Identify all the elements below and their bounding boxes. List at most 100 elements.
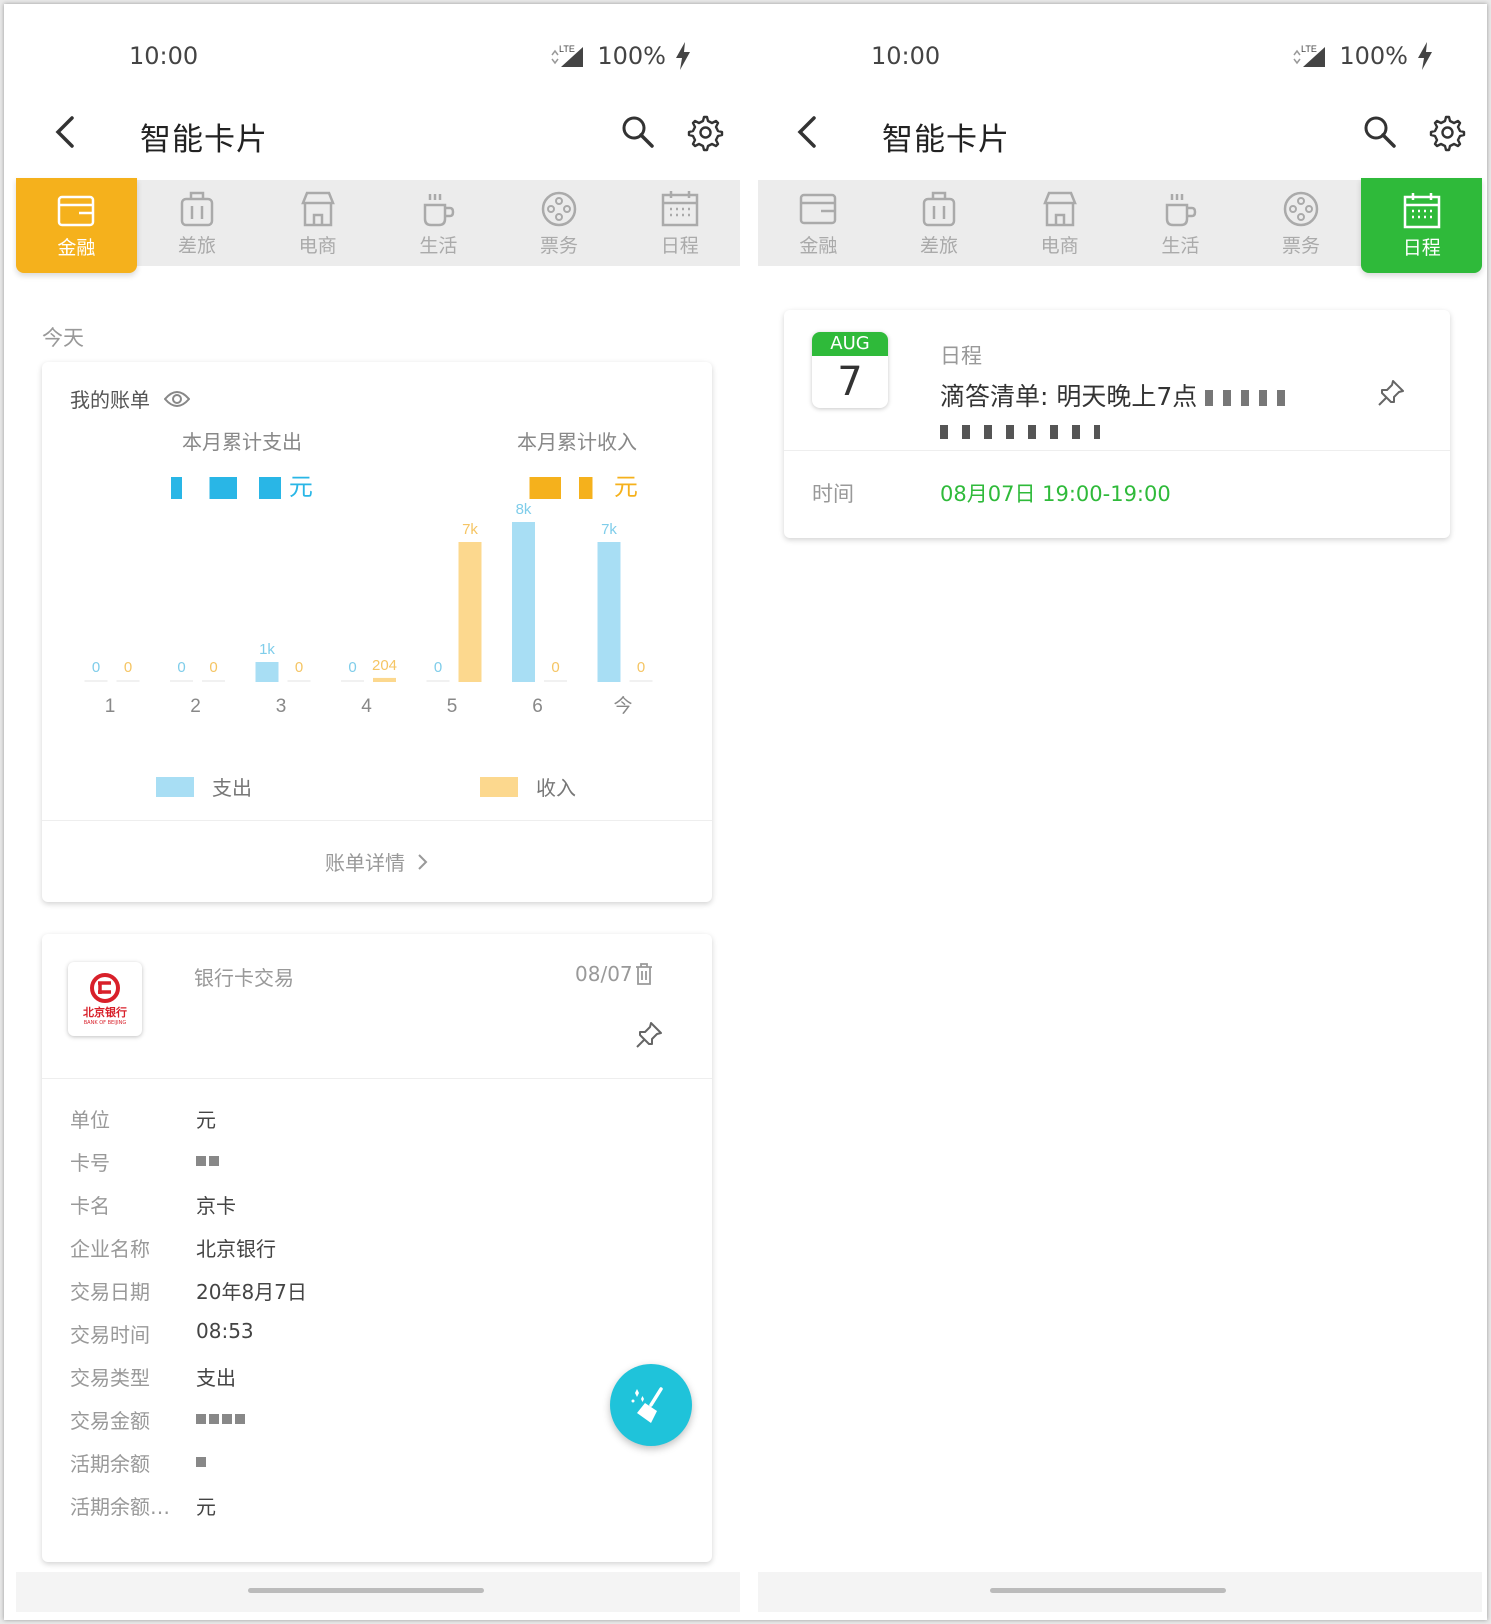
- phone-finance: 10:00 LTE 100% 智能卡片 金融 差旅 电商 生活 票务 日程 今天…: [12, 4, 744, 1620]
- tab-travel[interactable]: 差旅: [879, 180, 1000, 266]
- field-value: 京卡: [196, 1194, 236, 1218]
- tab-label: 票务: [540, 234, 579, 257]
- calendar-month: AUG: [812, 332, 888, 356]
- store-icon: [1042, 191, 1077, 226]
- legend-swatch-expense: [156, 776, 194, 797]
- field-row: 交易日期 20年8月7日: [70, 1276, 307, 1305]
- data-label: 0: [637, 659, 645, 676]
- broom-sparkle-icon: [631, 1387, 663, 1423]
- gesture-bar: [758, 1572, 1482, 1612]
- redacted-value: [196, 1448, 209, 1477]
- tab-schedule[interactable]: 日程: [619, 180, 740, 266]
- redaction-pixel: [196, 1413, 206, 1424]
- home-indicator[interactable]: [248, 1588, 484, 1593]
- tab-label: 差旅: [178, 234, 217, 257]
- x-tick-label: 2: [190, 696, 201, 717]
- data-label: 0: [177, 659, 185, 676]
- tab-life[interactable]: 生活: [1120, 180, 1241, 266]
- tab-finance[interactable]: 金融: [16, 178, 137, 273]
- signal-icon: LTE: [1293, 44, 1326, 67]
- luggage-icon: [180, 191, 214, 226]
- tab-tickets[interactable]: 票务: [1241, 180, 1362, 266]
- search-icon[interactable]: [1362, 114, 1398, 150]
- bar-expense-1: [84, 680, 108, 682]
- svg-text:LTE: LTE: [1301, 44, 1317, 54]
- transaction-date: 08/07: [575, 962, 633, 986]
- charging-icon: [1418, 42, 1432, 70]
- data-label: 7k: [601, 521, 617, 538]
- tab-label: 金融: [799, 234, 838, 257]
- x-tick-label: 5: [447, 696, 458, 717]
- clean-fab-button[interactable]: [610, 1364, 692, 1446]
- eye-icon[interactable]: [164, 390, 190, 408]
- tab-ecommerce[interactable]: 电商: [257, 180, 378, 266]
- app-header: 智能卡片: [12, 94, 744, 174]
- field-value: 元: [196, 1495, 216, 1519]
- charging-icon: [676, 42, 690, 70]
- section-label-today: 今天: [42, 326, 84, 350]
- data-label: 0: [434, 659, 442, 676]
- signal-icon: LTE: [551, 44, 584, 67]
- tab-label: 票务: [1282, 234, 1321, 257]
- field-row: 活期余额… 元: [70, 1491, 216, 1520]
- income-label: 本月累计收入: [517, 430, 637, 454]
- bar-income-2: [202, 680, 225, 682]
- back-arrow-icon[interactable]: [792, 112, 822, 152]
- redaction-pixel: [209, 1413, 219, 1424]
- back-arrow-icon[interactable]: [50, 112, 80, 152]
- bar-expense-2: [170, 680, 193, 682]
- home-indicator[interactable]: [990, 1588, 1226, 1593]
- tab-finance[interactable]: 金融: [758, 180, 879, 266]
- bank-logo-text: 北京银行: [83, 1006, 127, 1019]
- redaction-pixel: [222, 1413, 232, 1424]
- bank-logo: 北京银行 BANK OF BEIJING: [68, 962, 142, 1036]
- pin-icon[interactable]: [1376, 378, 1406, 408]
- bank-logo-subtext: BANK OF BEIJING: [83, 1020, 127, 1026]
- tab-label: 日程: [1402, 237, 1441, 259]
- svg-text:LTE: LTE: [559, 44, 575, 54]
- calendar-icon: [661, 190, 698, 226]
- trash-icon[interactable]: [634, 962, 654, 986]
- bill-card: 我的账单 本月累计支出 元 本月累计收入 元 0 0 1 0 0 2 1k 0 3 0 204 4 0 7…: [42, 362, 712, 902]
- status-time: 10:00: [871, 42, 941, 70]
- status-bar: 10:00 LTE 100%: [12, 34, 744, 84]
- field-key: 交易类型: [70, 1366, 150, 1390]
- search-icon[interactable]: [620, 114, 656, 150]
- bill-detail-text: 账单详情: [325, 851, 405, 875]
- tab-label: 生活: [1161, 234, 1200, 257]
- field-key: 交易时间: [70, 1323, 150, 1347]
- tab-travel[interactable]: 差旅: [137, 180, 258, 266]
- schedule-card[interactable]: AUG 7 日程 滴答清单: 明天晚上7点 时间 08月07日 19:00-19…: [784, 310, 1450, 538]
- x-tick-label: 6: [532, 696, 543, 717]
- data-label: 0: [124, 659, 132, 676]
- field-row: 单位 元: [70, 1104, 216, 1133]
- x-tick-label: 今: [613, 695, 632, 717]
- gear-icon[interactable]: [684, 112, 724, 152]
- film-reel-icon: [541, 191, 577, 226]
- gear-icon[interactable]: [1426, 112, 1466, 152]
- data-label: 204: [372, 657, 397, 674]
- calendar-day: 7: [837, 359, 863, 405]
- tab-life[interactable]: 生活: [378, 180, 499, 266]
- expense-label: 本月累计支出: [182, 430, 302, 454]
- tab-label: 电商: [1040, 234, 1079, 257]
- tab-schedule[interactable]: 日程: [1361, 178, 1483, 273]
- chevron-right-icon: [418, 853, 428, 870]
- x-tick-label: 1: [105, 696, 116, 717]
- pin-icon[interactable]: [634, 1020, 664, 1050]
- status-bar: 10:00 LTE 100%: [754, 34, 1486, 84]
- data-label: 0: [348, 659, 356, 676]
- bill-title-text: 我的账单: [70, 388, 150, 412]
- redaction-pixel: [196, 1456, 206, 1467]
- field-key: 卡号: [70, 1151, 110, 1175]
- schedule-text-content: 滴答清单: 明天晚上7点: [940, 382, 1198, 411]
- bill-detail-link[interactable]: 账单详情: [42, 820, 712, 902]
- schedule-text: 滴答清单: 明天晚上7点: [940, 380, 1360, 448]
- field-value: 08:53: [196, 1319, 254, 1343]
- tab-ecommerce[interactable]: 电商: [999, 180, 1120, 266]
- tab-tickets[interactable]: 票务: [499, 180, 620, 266]
- x-tick-label: 3: [276, 696, 287, 717]
- phone-schedule: 10:00 LTE 100% 智能卡片 金融 差旅 电商 生活 票务 日程 AU…: [754, 4, 1486, 1620]
- redaction-pixel: [235, 1413, 245, 1424]
- redacted-text: [1205, 390, 1296, 406]
